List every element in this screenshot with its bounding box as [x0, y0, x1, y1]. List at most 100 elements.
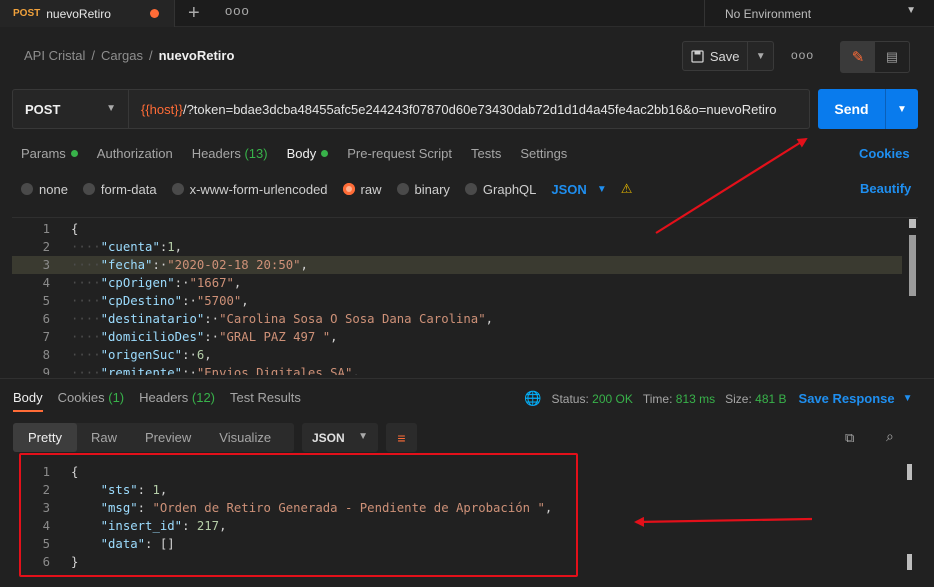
response-scrollbar-bottom[interactable]	[907, 554, 912, 570]
save-options-chevron-icon[interactable]: ▼	[748, 51, 773, 62]
tab-method: POST	[13, 8, 41, 19]
code-line-active: 3 ····"fecha":·"2020-02-18 20:50",	[12, 256, 902, 274]
chevron-down-icon: ▼	[106, 103, 116, 114]
response-view-toggle: Pretty Raw Preview Visualize	[13, 423, 294, 452]
response-tab-headers[interactable]: Headers (12)	[139, 390, 215, 405]
url-input[interactable]: {{host}}/?token=bdae3dcba48455afc5e24424…	[129, 90, 776, 128]
send-options-chevron-icon[interactable]: ▼	[886, 89, 918, 129]
request-tabs: Params Authorization Headers (13) Body P…	[21, 146, 586, 161]
code-line: 7 ····"domicilioDes":·"GRAL PAZ 497 ",	[42, 330, 338, 344]
view-preview[interactable]: Preview	[131, 423, 205, 452]
chevron-down-icon[interactable]: ▼	[597, 184, 607, 195]
save-button[interactable]: Save	[683, 42, 749, 70]
time-value[interactable]: 813 ms	[676, 392, 715, 406]
url-path: /?token=bdae3dcba48455afc5e244243f07870d…	[182, 101, 777, 117]
pencil-icon[interactable]: ✎	[841, 42, 875, 72]
status-label: Status:	[551, 391, 589, 406]
more-actions-icon[interactable]: ooo	[791, 48, 814, 62]
search-icon[interactable]: ⌕	[886, 428, 894, 445]
cookies-count: (1)	[108, 390, 125, 405]
code-line: 6 ····"destinatario":·"Carolina Sosa O So…	[42, 312, 494, 326]
breadcrumb-collection[interactable]: API Cristal	[24, 48, 85, 63]
breadcrumb: API Cristal / Cargas / nuevoRetiro	[24, 48, 234, 63]
vertical-scrollbar[interactable]	[909, 235, 916, 296]
environment-selector[interactable]: No Environment ▼	[704, 0, 934, 27]
tab-settings[interactable]: Settings	[520, 146, 567, 161]
response-scrollbar-top[interactable]	[907, 464, 912, 480]
body-type-urlencoded[interactable]: x-www-form-urlencoded	[171, 182, 328, 197]
code-line: 9 ····"remitente":·"Envios Digitales SA",	[42, 366, 360, 375]
annotation-highlight-box	[19, 453, 578, 577]
radio-icon	[21, 183, 33, 195]
response-format-selector[interactable]: JSON ▼	[302, 423, 378, 452]
tab-authorization[interactable]: Authorization	[97, 146, 173, 161]
tab-overflow-more-icon[interactable]: ooo	[225, 3, 250, 18]
documentation-icon[interactable]: ▤	[875, 42, 909, 72]
url-host-variable: {{host}}	[141, 101, 183, 117]
code-line: 4 ····"cpOrigen":·"1667",	[42, 276, 242, 290]
save-label: Save	[709, 48, 740, 64]
radio-icon	[82, 183, 95, 195]
radio-icon	[464, 183, 477, 195]
body-type-raw[interactable]: raw	[342, 182, 382, 197]
code-line: 5 ····"cpDestino":·"5700",	[42, 294, 249, 308]
tab-headers[interactable]: Headers (13)	[192, 146, 268, 161]
params-indicator-dot	[70, 150, 78, 157]
new-tab-plus-icon[interactable]: +	[188, 2, 200, 25]
pane-splitter[interactable]	[0, 378, 934, 379]
globe-icon[interactable]: 🌐	[524, 390, 541, 407]
response-headers-count: (12)	[191, 390, 216, 405]
chevron-down-icon[interactable]: ▼	[903, 393, 913, 404]
response-tab-test-results[interactable]: Test Results	[230, 390, 301, 405]
radio-icon	[171, 183, 184, 195]
response-tab-body[interactable]: Body	[13, 390, 43, 405]
body-type-form-data[interactable]: form-data	[82, 182, 157, 197]
send-button[interactable]: Send	[818, 89, 886, 129]
size-label: Size:	[725, 391, 752, 406]
breadcrumb-separator: /	[148, 48, 153, 63]
request-tab[interactable]: POST nuevoRetiro	[0, 0, 175, 27]
cookies-link[interactable]: Cookies	[859, 146, 910, 161]
tab-title: nuevoRetiro	[46, 6, 111, 21]
response-tab-cookies[interactable]: Cookies (1)	[58, 390, 124, 405]
radio-icon	[396, 183, 409, 195]
wrap-lines-icon[interactable]: ≡	[386, 423, 417, 452]
body-type-none[interactable]: none	[21, 182, 68, 197]
tab-params[interactable]: Params	[21, 146, 78, 161]
breadcrumb-folder[interactable]: Cargas	[101, 48, 143, 63]
status-value[interactable]: 200 OK	[592, 392, 633, 406]
tab-prerequest-script[interactable]: Pre-request Script	[347, 146, 452, 161]
radio-selected-icon	[342, 183, 355, 195]
view-visualize[interactable]: Visualize	[205, 423, 285, 452]
body-type-binary[interactable]: binary	[396, 182, 450, 197]
chevron-down-icon: ▼	[906, 5, 916, 16]
body-type-selector: none form-data x-www-form-urlencoded raw…	[21, 181, 632, 197]
tab-tests[interactable]: Tests	[471, 146, 501, 161]
copy-icon[interactable]: ⧉	[845, 430, 854, 446]
tab-body[interactable]: Body	[287, 146, 329, 161]
editor-mode-toggle: ✎ ▤	[840, 41, 910, 73]
unsaved-dot-icon	[150, 9, 159, 18]
active-tab-underline	[13, 410, 43, 412]
code-line: 8 ····"origenSuc":·6,	[42, 348, 212, 362]
body-type-graphql[interactable]: GraphQL	[464, 182, 536, 197]
size-value[interactable]: 481 B	[755, 392, 786, 406]
breadcrumb-current[interactable]: nuevoRetiro	[159, 48, 235, 63]
response-tabs: Body Cookies (1) Headers (12) Test Resul…	[13, 390, 316, 405]
warning-icon[interactable]: ⚠	[621, 181, 633, 197]
response-meta: 🌐 Status: 200 OK Time: 813 ms Size: 481 …	[524, 390, 913, 407]
send-button-group: Send ▼	[818, 89, 918, 129]
scrollbar-arrow[interactable]	[909, 219, 916, 228]
request-url-bar: POST ▼ {{host}}/?token=bdae3dcba48455afc…	[12, 89, 810, 129]
raw-language-selector[interactable]: JSON	[551, 182, 586, 197]
view-raw[interactable]: Raw	[77, 423, 131, 452]
environment-label: No Environment	[725, 6, 812, 21]
view-pretty[interactable]: Pretty	[13, 423, 77, 452]
save-button-group: Save ▼	[682, 41, 774, 71]
headers-count: (13)	[244, 146, 268, 161]
save-response-button[interactable]: Save Response	[799, 391, 895, 406]
request-body-editor[interactable]: 1{ 2 ····"cuenta":1, 3 ····"fecha":·"2020-…	[12, 217, 918, 375]
breadcrumb-separator: /	[91, 48, 96, 63]
beautify-button[interactable]: Beautify	[860, 181, 911, 196]
method-selector[interactable]: POST ▼	[13, 90, 129, 128]
